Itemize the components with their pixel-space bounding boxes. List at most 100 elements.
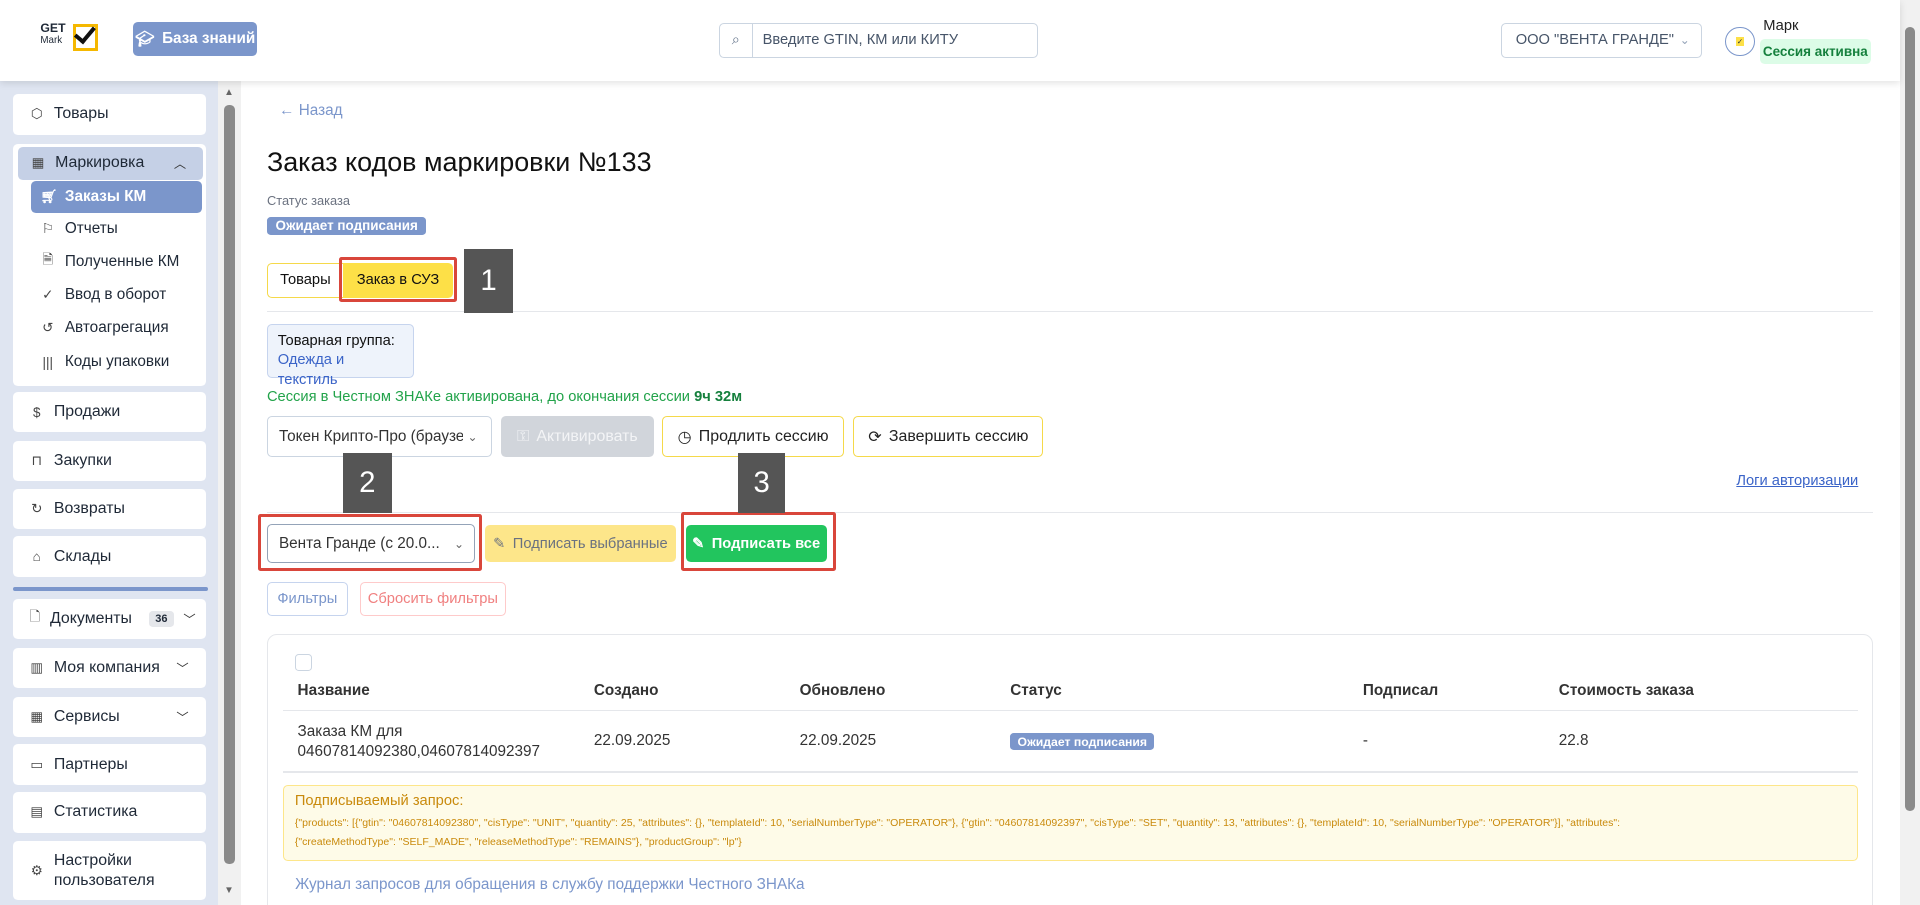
token-select-value: Токен Крипто-Про (браузер) (278, 427, 463, 445)
gear-icon: ⚙ (30, 862, 43, 878)
sidebar-subitem-circulation[interactable]: ✓ Ввод в оборот (31, 279, 202, 311)
product-group-box: Товарная группа: Одежда и текстиль (266, 324, 414, 388)
column-header-name[interactable]: Название (298, 682, 370, 700)
tab-products[interactable]: Товары (266, 263, 343, 298)
chevron-down-icon: ⌄ (1679, 33, 1691, 48)
column-header-signed-by[interactable]: Подписал (1363, 682, 1438, 700)
sidebar-item-label: Моя компания (53, 658, 160, 676)
key-icon: ⚿ (516, 427, 530, 445)
token-select[interactable]: Токен Крипто-Про (браузер) ⌄ (266, 416, 493, 457)
order-cost: 22.8 (1558, 732, 1589, 750)
filters-button[interactable]: Фильтры (266, 581, 348, 616)
sidebar-scrollbar[interactable]: ▲ ▼ (217, 80, 242, 905)
sidebar-item-partners[interactable]: ▭ Партнеры (13, 744, 206, 785)
auth-logs-link[interactable]: Логи авторизации (1736, 473, 1858, 489)
knowledge-base-button[interactable]: 🎓︎ База знаний (133, 22, 258, 57)
document-icon: 🗋︎ (29, 608, 41, 624)
updated-date: 22.09.2025 (799, 732, 877, 750)
chart-icon: ▤ (30, 804, 44, 820)
sidebar-item-label: Коды упаковки (64, 353, 170, 371)
sidebar-item-purchases[interactable]: ⊓ Закупки (13, 440, 206, 482)
sidebar-item-products[interactable]: ⬡ Товары (13, 94, 206, 135)
column-header-updated[interactable]: Обновлено (800, 682, 886, 700)
sidebar-horizontal-scrollbar[interactable] (13, 586, 209, 592)
sidebar-item-user-settings[interactable]: ⚙ Настройки пользователя (13, 841, 206, 900)
chevron-down-icon: ﹀ (176, 710, 189, 725)
request-json-line2: {"createMethodType": "SELF_MADE", "relea… (294, 835, 742, 848)
sidebar-item-label: Партнеры (53, 755, 128, 773)
page-scrollbar[interactable] (1900, 0, 1920, 905)
company-value: ООО "ВЕНТА ГРАНДЕ" (1515, 32, 1674, 49)
sidebar-item-warehouses[interactable]: ⌂ Склады (13, 536, 206, 577)
session-time-left: 9ч 32м (694, 389, 743, 406)
reset-filters-button[interactable]: Сбросить фильтры (360, 581, 506, 616)
product-group-value: Одежда и текстиль (277, 352, 345, 388)
sidebar: ⬡ Товары ▦ Маркировка ︿ 🛒︎ Заказы КМ ⚐ Отчеты… (0, 80, 218, 905)
column-header-cost[interactable]: Стоимость заказа (1559, 682, 1694, 700)
sidebar-item-label: Товары (53, 105, 109, 123)
sidebar-item-my-company[interactable]: ▥ Моя компания ﹀ (13, 647, 206, 689)
sidebar-item-label: Склады (53, 547, 112, 565)
logo-text: GET (40, 21, 66, 36)
search-icon: ⌕ (720, 24, 753, 57)
sidebar-item-label: Продажи (53, 403, 121, 421)
dollar-icon: $ (32, 404, 41, 420)
barcode-icon: ||| (42, 354, 53, 370)
back-link[interactable]: ← Назад (279, 102, 342, 120)
sidebar-subitem-reports[interactable]: ⚐ Отчеты (31, 213, 202, 245)
search-input[interactable]: ⌕ Введите GTIN, КМ или КИТУ (718, 23, 1039, 58)
sidebar-item-label: Полученные КМ (64, 253, 180, 271)
edit-icon: ✎ (493, 536, 506, 553)
sidebar-subitem-received-km[interactable]: 🗎︎ Полученные КМ (31, 246, 202, 278)
chevron-down-icon: ﹀ (176, 661, 189, 676)
user-name: Марк (1763, 18, 1799, 35)
column-header-created[interactable]: Создано (594, 682, 659, 700)
flag-icon: ⚐ (41, 220, 54, 236)
column-header-status[interactable]: Статус (1010, 682, 1062, 700)
file-check-icon: 🗎︎ (42, 252, 54, 268)
sidebar-subitem-km-orders[interactable]: 🛒︎ Заказы КМ (30, 181, 203, 214)
order-name-line1: Заказа КМ для (297, 723, 403, 741)
activate-button[interactable]: ⚿ Активировать (500, 416, 654, 457)
sidebar-item-label: Маркировка (55, 154, 145, 172)
cart-icon: 🛒︎ (40, 189, 58, 205)
status-label: Статус заказа (266, 193, 351, 209)
table-row[interactable]: Заказа КМ для 04607814092380,046078140923… (283, 713, 1858, 771)
sidebar-item-services[interactable]: ▦ Сервисы ﹀ (13, 696, 206, 738)
company-select[interactable]: ООО "ВЕНТА ГРАНДЕ" ⌄ (1501, 23, 1703, 58)
select-all-checkbox[interactable] (295, 653, 313, 672)
annotation-number-2: 2 (342, 453, 392, 514)
page-title: Заказ кодов маркировки №133 (266, 146, 652, 177)
order-name: Заказа КМ для 04607814092380,046078140923… (298, 722, 540, 761)
support-journal-link[interactable]: Журнал запросов для обращения в службу п… (295, 876, 804, 894)
chevron-down-icon: ⌄ (467, 429, 478, 444)
sidebar-item-label: Сервисы (53, 707, 120, 725)
sidebar-item-label: Настройки пользователя (53, 852, 155, 889)
finish-session-button[interactable]: ⟳ Завершить сессию (853, 416, 1044, 457)
sidebar-item-label: Отчеты (64, 219, 118, 237)
sidebar-item-returns[interactable]: ↻ Возвраты (13, 488, 206, 529)
refresh-icon: ⟳ (868, 428, 882, 446)
logo[interactable]: GET Mark (40, 20, 109, 59)
divider (282, 771, 1858, 773)
annotation-number-1: 1 (464, 248, 514, 314)
grid-icon: ▦ (30, 708, 44, 724)
box-icon: ⬡ (30, 106, 43, 122)
sidebar-subitem-autoaggregation[interactable]: ↺ Автоагрегация (31, 312, 202, 344)
sidebar-item-statistics[interactable]: ▤ Статистика (13, 792, 206, 833)
sidebar-item-documents[interactable]: 🗋︎ Документы 36 ﹀ (13, 598, 206, 640)
annotation-highlight-2 (258, 514, 483, 571)
sidebar-subitem-package-codes[interactable]: ||| Коды упаковки (31, 347, 202, 379)
extend-session-button[interactable]: ◷ Продлить сессию (662, 416, 844, 457)
order-status-badge: Ожидает подписания (266, 216, 427, 236)
back-label: Назад (298, 101, 343, 119)
arrow-left-icon: ← (279, 101, 299, 119)
avatar[interactable]: ✓ (1725, 26, 1755, 57)
sidebar-item-label: Закупки (53, 452, 112, 470)
warehouse-icon: ⌂ (32, 549, 41, 565)
sign-selected-button[interactable]: ✎ Подписать выбранные (484, 525, 676, 563)
sidebar-item-marking[interactable]: ▦ Маркировка ︿ (18, 146, 204, 180)
divider (282, 710, 1858, 712)
sidebar-item-sales[interactable]: $ Продажи (13, 391, 206, 433)
logo-subtext: Mark (40, 34, 63, 46)
